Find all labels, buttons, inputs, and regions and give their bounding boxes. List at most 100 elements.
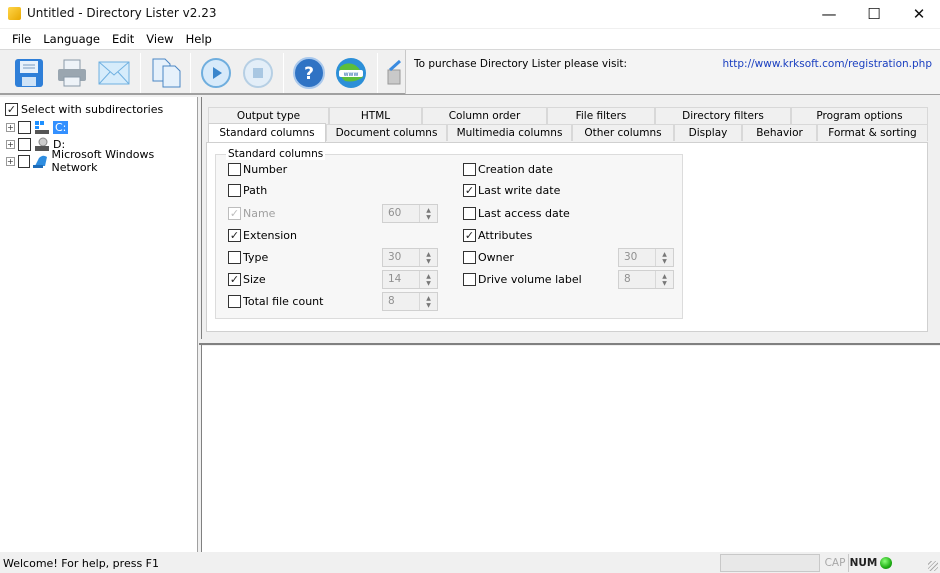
tree-item-network[interactable]: + Microsoft Windows Network (6, 148, 197, 174)
tab-column-order[interactable]: Column order (422, 107, 547, 124)
save-button[interactable] (12, 55, 46, 91)
last-write-date-checkbox[interactable]: ✓ (463, 184, 476, 197)
spinner-arrows-icon[interactable]: ▲ ▼ (419, 249, 437, 266)
size-checkbox[interactable]: ✓ (228, 273, 241, 286)
email-button[interactable] (97, 55, 131, 91)
size-option[interactable]: ✓ Size (228, 273, 266, 286)
maximize-button[interactable]: ☐ (851, 0, 897, 28)
total-file-count-checkbox[interactable] (228, 295, 241, 308)
tab-document-columns[interactable]: Document columns (326, 124, 447, 141)
spinner-value[interactable]: 60 (383, 205, 419, 222)
close-button[interactable]: ✕ (896, 0, 940, 28)
tree-checkbox[interactable] (18, 137, 31, 151)
tree-checkbox[interactable] (18, 120, 31, 134)
tree-checkbox[interactable] (17, 154, 31, 168)
size-width-spinner[interactable]: 14 ▲ ▼ (382, 270, 438, 289)
last-access-date-option[interactable]: Last access date (463, 207, 570, 220)
app-icon (8, 7, 21, 20)
tab-display[interactable]: Display (674, 124, 742, 141)
name-width-spinner[interactable]: 60 ▲ ▼ (382, 204, 438, 223)
total-file-count-option[interactable]: Total file count (228, 295, 323, 308)
play-icon (201, 58, 231, 88)
creation-date-checkbox[interactable] (463, 163, 476, 176)
extension-checkbox[interactable]: ✓ (228, 229, 241, 242)
save-icon (15, 59, 43, 87)
type-checkbox[interactable] (228, 251, 241, 264)
last-access-date-checkbox[interactable] (463, 207, 476, 220)
owner-width-spinner[interactable]: 30 ▲ ▼ (618, 248, 674, 267)
name-checkbox: ✓ (228, 207, 241, 220)
print-button[interactable] (55, 55, 89, 91)
size-label: Size (243, 273, 266, 286)
minimize-button[interactable]: — (806, 0, 852, 28)
drive-volume-label-width-spinner[interactable]: 8 ▲ ▼ (618, 270, 674, 289)
spinner-arrows-icon[interactable]: ▲ ▼ (419, 271, 437, 288)
last-write-date-label: Last write date (478, 184, 561, 197)
tab-file-filters[interactable]: File filters (547, 107, 655, 124)
status-bar: Welcome! For help, press F1 CAP NUM (0, 552, 940, 573)
menu-language[interactable]: Language (37, 32, 106, 46)
checkbox[interactable]: ✓ (5, 102, 18, 116)
path-option[interactable]: Path (228, 184, 267, 197)
tree-item-c[interactable]: + C: (6, 119, 69, 135)
tab-standard-columns[interactable]: Standard columns (208, 123, 326, 142)
horizontal-splitter[interactable] (199, 339, 940, 345)
last-write-date-option[interactable]: ✓ Last write date (463, 184, 560, 197)
print-icon (58, 59, 86, 87)
owner-option[interactable]: Owner (463, 251, 514, 264)
name-option: ✓ Name (228, 207, 275, 220)
number-checkbox[interactable] (228, 163, 241, 176)
drive-volume-label-checkbox[interactable] (463, 273, 476, 286)
spinner-arrows-icon[interactable]: ▲ ▼ (655, 271, 673, 288)
tab-directory-filters[interactable]: Directory filters (655, 107, 791, 124)
tab-program-options[interactable]: Program options (791, 107, 928, 124)
spinner-arrows-icon[interactable]: ▲ ▼ (419, 205, 437, 222)
spinner-value[interactable]: 30 (383, 249, 419, 266)
clear-wastebasket-icon (387, 59, 402, 85)
spinner-arrows-icon[interactable]: ▲ ▼ (655, 249, 673, 266)
path-label: Path (243, 184, 268, 197)
output-pane[interactable] (201, 346, 940, 552)
menu-file[interactable]: File (6, 32, 37, 46)
attributes-option[interactable]: ✓ Attributes (463, 229, 532, 242)
total-file-count-width-spinner[interactable]: 8 ▲ ▼ (382, 292, 438, 311)
expand-icon[interactable]: + (6, 156, 15, 166)
extension-option[interactable]: ✓ Extension (228, 229, 297, 242)
menu-edit[interactable]: Edit (106, 32, 140, 46)
expand-icon[interactable]: + (6, 122, 15, 132)
drive-volume-label-option[interactable]: Drive volume label (463, 273, 582, 286)
windows-drive-icon (35, 121, 49, 134)
start-button[interactable] (199, 55, 233, 91)
num-lock-indicator: NUM (848, 554, 878, 572)
help-button[interactable]: ? (292, 55, 326, 91)
tab-format-sorting[interactable]: Format & sorting (817, 124, 928, 141)
number-option[interactable]: Number (228, 163, 287, 176)
type-width-spinner[interactable]: 30 ▲ ▼ (382, 248, 438, 267)
stop-button[interactable] (241, 55, 275, 91)
type-option[interactable]: Type (228, 251, 268, 264)
tab-other-columns[interactable]: Other columns (572, 124, 674, 141)
tab-multimedia-columns[interactable]: Multimedia columns (447, 124, 572, 141)
menu-view[interactable]: View (140, 32, 179, 46)
tab-html[interactable]: HTML (329, 107, 422, 124)
globe-www-icon: www (336, 58, 366, 88)
spinner-value[interactable]: 30 (619, 249, 655, 266)
tab-output-type[interactable]: Output type (208, 107, 329, 124)
spinner-value[interactable]: 8 (619, 271, 655, 288)
path-checkbox[interactable] (228, 184, 241, 197)
website-button[interactable]: www (334, 55, 368, 91)
resize-grip-icon[interactable] (928, 561, 938, 571)
clear-button[interactable] (383, 55, 403, 91)
registration-link[interactable]: http://www.krksoft.com/registration.php (722, 58, 932, 70)
expand-icon[interactable]: + (6, 139, 15, 149)
owner-checkbox[interactable] (463, 251, 476, 264)
select-with-subdirectories-checkbox[interactable]: ✓ Select with subdirectories (5, 101, 163, 117)
menu-help[interactable]: Help (180, 32, 218, 46)
copy-button[interactable] (149, 55, 183, 91)
creation-date-option[interactable]: Creation date (463, 163, 553, 176)
spinner-arrows-icon[interactable]: ▲ ▼ (419, 293, 437, 310)
tab-behavior[interactable]: Behavior (742, 124, 817, 141)
spinner-value[interactable]: 8 (383, 293, 419, 310)
spinner-value[interactable]: 14 (383, 271, 419, 288)
attributes-checkbox[interactable]: ✓ (463, 229, 476, 242)
